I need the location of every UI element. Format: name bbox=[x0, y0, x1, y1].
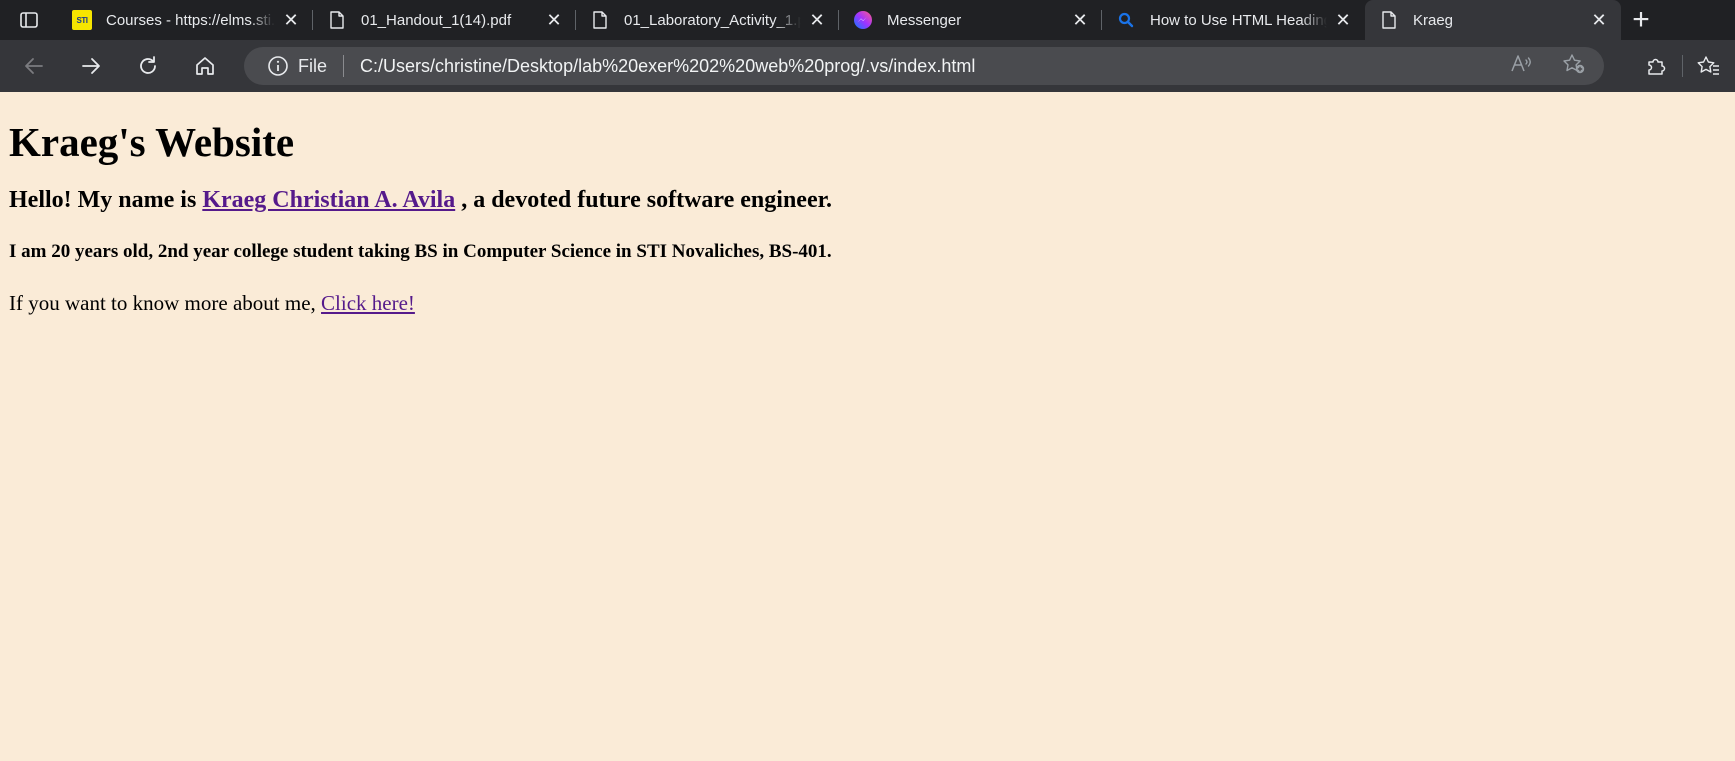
refresh-button[interactable] bbox=[126, 48, 170, 84]
page-content: Kraeg's Website Hello! My name is Kraeg … bbox=[0, 92, 1735, 761]
arrow-left-icon bbox=[25, 58, 43, 74]
tab-title: Messenger bbox=[887, 11, 962, 29]
favorites-button[interactable] bbox=[1683, 40, 1735, 92]
close-icon[interactable]: ✕ bbox=[1333, 10, 1353, 30]
tab-title: 01_Laboratory_Activity_1.pdf bbox=[624, 11, 801, 29]
document-icon bbox=[1379, 10, 1399, 30]
tab-laboratory-activity[interactable]: 01_Laboratory_Activity_1.pdf ✕ bbox=[576, 0, 839, 40]
tab-title: How to Use HTML Headings bbox=[1150, 11, 1327, 29]
read-aloud-icon[interactable] bbox=[1510, 53, 1534, 80]
home-icon bbox=[196, 57, 214, 75]
close-icon[interactable]: ✕ bbox=[807, 10, 827, 30]
favorites-icon bbox=[1697, 56, 1719, 75]
tab-actions-icon bbox=[20, 12, 38, 28]
puzzle-icon bbox=[1648, 58, 1666, 75]
intro-heading: Hello! My name is Kraeg Christian A. Avi… bbox=[9, 186, 1726, 215]
close-icon[interactable]: ✕ bbox=[1070, 10, 1090, 30]
tab-title: 01_Handout_1(14).pdf bbox=[361, 11, 512, 29]
messenger-icon bbox=[853, 10, 873, 30]
home-button[interactable] bbox=[183, 48, 227, 84]
toolbar: File C:/Users/christine/Desktop/lab%20ex… bbox=[0, 40, 1735, 92]
extensions-button[interactable] bbox=[1630, 40, 1682, 92]
address-divider bbox=[343, 55, 345, 77]
tab-kraeg[interactable]: Kraeg ✕ bbox=[1365, 0, 1621, 40]
url-text[interactable]: C:/Users/christine/Desktop/lab%20exer%20… bbox=[360, 56, 975, 77]
tab-title: Kraeg bbox=[1413, 11, 1454, 29]
search-icon bbox=[1116, 10, 1136, 30]
forward-button[interactable] bbox=[69, 48, 113, 84]
tab-courses[interactable]: STI Courses - https://elms.sti.edu ✕ bbox=[58, 0, 313, 40]
plus-icon: + bbox=[1632, 3, 1650, 36]
click-here-link[interactable]: Click here! bbox=[321, 291, 415, 315]
name-link[interactable]: Kraeg Christian A. Avila bbox=[202, 187, 455, 213]
info-icon[interactable] bbox=[266, 54, 290, 78]
add-favorite-icon[interactable] bbox=[1562, 53, 1586, 80]
intro-prefix: Hello! My name is bbox=[9, 187, 203, 214]
address-bar[interactable]: File C:/Users/christine/Desktop/lab%20ex… bbox=[244, 47, 1604, 85]
refresh-icon bbox=[140, 56, 156, 74]
close-icon[interactable]: ✕ bbox=[1589, 10, 1609, 30]
document-icon bbox=[590, 10, 610, 30]
new-tab-button[interactable]: + bbox=[1621, 0, 1661, 40]
arrow-right-icon bbox=[82, 58, 100, 74]
sti-logo-icon: STI bbox=[72, 10, 92, 30]
close-icon[interactable]: ✕ bbox=[281, 10, 301, 30]
details-heading: I am 20 years old, 2nd year college stud… bbox=[9, 240, 832, 262]
back-button[interactable] bbox=[12, 48, 56, 84]
tab-messenger[interactable]: Messenger ✕ bbox=[839, 0, 1102, 40]
scheme-label: File bbox=[298, 55, 328, 76]
intro-suffix: , a devoted future software engineer. bbox=[455, 187, 833, 214]
tab-handout[interactable]: 01_Handout_1(14).pdf ✕ bbox=[313, 0, 576, 40]
more-prefix: If you want to know more about me, bbox=[9, 290, 322, 315]
document-icon bbox=[327, 10, 347, 30]
page-heading: Kraeg's Website bbox=[9, 119, 295, 165]
tab-title: Courses - https://elms.sti.edu bbox=[106, 11, 275, 29]
tab-strip: STI Courses - https://elms.sti.edu ✕ 01_… bbox=[0, 0, 1735, 40]
more-paragraph: If you want to know more about me, Click… bbox=[9, 291, 1726, 316]
tab-actions-button[interactable] bbox=[0, 0, 58, 40]
tab-html-headings[interactable]: How to Use HTML Headings ✕ bbox=[1102, 0, 1365, 40]
close-icon[interactable]: ✕ bbox=[544, 10, 564, 30]
